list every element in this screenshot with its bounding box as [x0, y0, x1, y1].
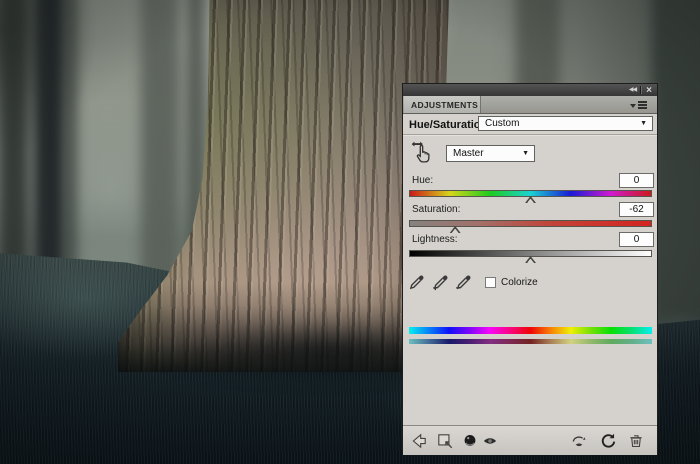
eyedropper-subtract-icon[interactable] [455, 273, 473, 291]
preset-dropdown[interactable]: Custom ▼ [478, 116, 653, 131]
panel-menu-icon[interactable] [630, 99, 654, 111]
panel-bottom-toolbar [403, 425, 657, 455]
eyedropper-add-icon[interactable] [432, 273, 450, 291]
saturation-handle-row [409, 226, 652, 234]
chevron-down-icon: ▼ [640, 119, 647, 127]
close-icon[interactable]: × [641, 85, 657, 96]
collapse-to-icons-icon[interactable]: ◀◀ [625, 84, 640, 96]
screenshot-root: ◀◀ × ADJUSTMENTS Hue/Saturation Custom ▼… [0, 0, 700, 464]
adjustments-panel: ◀◀ × ADJUSTMENTS Hue/Saturation Custom ▼… [402, 83, 658, 455]
lightness-handle-row [409, 256, 652, 264]
tab-adjustments[interactable]: ADJUSTMENTS [404, 96, 481, 113]
hue-handle-row [409, 196, 652, 204]
hue-value-input[interactable]: 0 [619, 173, 654, 188]
clip-to-layer-icon[interactable] [436, 432, 454, 450]
reset-adjustment-icon[interactable] [599, 432, 617, 450]
view-previous-state-icon[interactable] [570, 432, 588, 450]
panel-tab-strip: ADJUSTMENTS [403, 96, 657, 114]
targeted-adjustment-tool-icon[interactable] [409, 140, 433, 164]
adjustment-ball-icon[interactable] [461, 432, 479, 450]
panel-titlebar: ◀◀ × [403, 84, 657, 96]
preset-value: Custom [485, 118, 520, 129]
hue-slider-handle[interactable] [525, 196, 536, 203]
colorize-label: Colorize [501, 277, 538, 288]
hue-spectrum-bar-adjusted [409, 339, 652, 344]
channel-value: Master [453, 148, 484, 159]
toggle-visibility-eye-icon[interactable] [481, 432, 499, 450]
saturation-label: Saturation: [412, 204, 461, 215]
delete-adjustment-trash-icon[interactable] [627, 432, 645, 450]
hue-label: Hue: [412, 175, 434, 186]
adjustment-title: Hue/Saturation [409, 119, 488, 131]
colorize-checkbox[interactable] [485, 277, 496, 288]
saturation-value-input[interactable]: -62 [619, 202, 654, 217]
chevron-down-icon: ▼ [522, 149, 529, 157]
channel-dropdown[interactable]: Master ▼ [446, 145, 535, 162]
return-to-adjustment-list-icon[interactable] [410, 432, 428, 450]
menu-lines-icon [638, 104, 647, 106]
lightness-slider-handle[interactable] [525, 256, 536, 263]
lightness-label: Lightness: [412, 234, 458, 245]
saturation-slider-handle[interactable] [449, 226, 461, 233]
eyedropper-sample-icon[interactable] [408, 273, 426, 291]
section-divider [403, 134, 657, 135]
menu-triangle-icon [630, 103, 636, 111]
hue-spectrum-bar-original [409, 327, 652, 334]
lightness-value-input[interactable]: 0 [619, 232, 654, 247]
